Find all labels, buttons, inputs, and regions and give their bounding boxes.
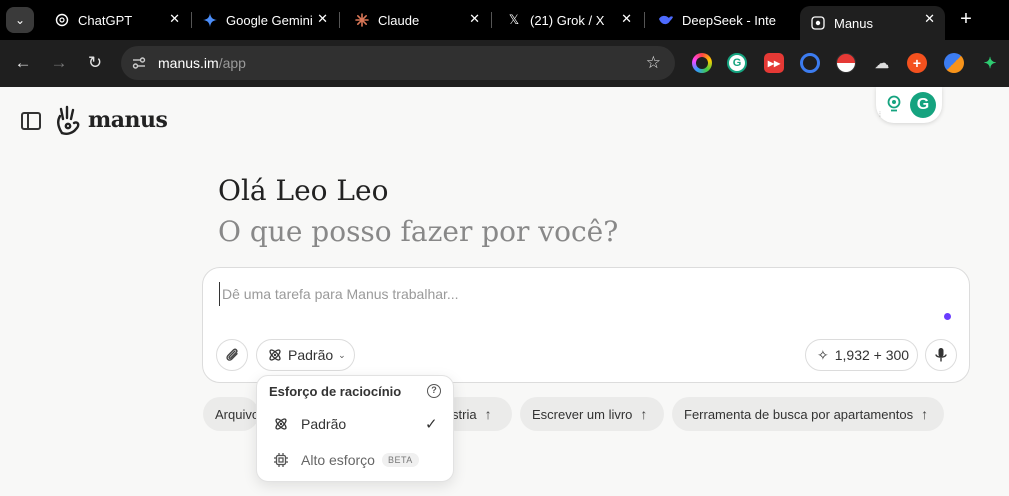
atom-icon — [275, 418, 287, 430]
menu-item-label: Alto esforço — [301, 452, 375, 468]
suggestion-chip[interactable]: Ferramenta de busca por apartamentos ↑ — [672, 397, 944, 431]
sidebar-toggle-icon[interactable] — [21, 112, 41, 130]
lightbulb-icon[interactable] — [886, 95, 902, 113]
tab-deepseek[interactable]: DeepSeek - Inte — [648, 6, 794, 34]
chip-label: stria — [452, 406, 477, 422]
menu-item-label: Padrão — [301, 416, 347, 432]
browser-tab-bar: ⌄ ChatGPT ✕ Google Gemini ✕ Claude ✕ 𝕏 (… — [0, 0, 1009, 40]
manus-icon — [810, 15, 826, 31]
tab-label: Manus — [834, 15, 874, 31]
chevron-down-icon: ⌄ — [338, 349, 346, 360]
reload-icon[interactable]: ↻ — [84, 52, 106, 74]
mode-label: Padrão — [288, 347, 334, 363]
tab-gemini[interactable]: Google Gemini ✕ — [192, 6, 338, 34]
new-tab-button[interactable]: + — [956, 8, 976, 32]
tab-label: ChatGPT — [78, 12, 133, 28]
colorful-ring-extension-icon[interactable] — [692, 53, 712, 73]
manus-logo-icon — [57, 105, 80, 135]
forward-arrow-icon[interactable]: → — [48, 52, 70, 74]
manus-logo-text: manus — [88, 107, 168, 133]
tab-manus[interactable]: Manus ✕ — [800, 6, 945, 40]
arrow-up-icon: ↑ — [921, 406, 929, 422]
chip-label: Escrever um livro — [532, 406, 633, 422]
circle-extension-icon[interactable] — [800, 53, 820, 73]
address-host: manus.im — [158, 55, 219, 71]
task-composer: Padrão ⌄ ✧ 1,932 + 300 — [202, 267, 970, 383]
beta-badge: BETA — [381, 453, 419, 467]
tab-label: (21) Grok / X — [530, 12, 605, 28]
chip-processor-icon — [274, 453, 288, 467]
chip-label: Ferramenta de busca por apartamentos — [684, 406, 914, 422]
microphone-icon — [935, 348, 947, 362]
greeting-title: Olá Leo Leo — [218, 174, 389, 207]
grammarly-extension-icon[interactable]: G — [727, 53, 747, 73]
tab-separator — [339, 12, 340, 28]
close-icon[interactable]: ✕ — [469, 11, 480, 27]
plus-extension-icon[interactable]: + — [907, 53, 927, 73]
bookmark-star-icon[interactable]: ☆ — [646, 53, 661, 73]
site-settings-icon[interactable] — [131, 55, 147, 71]
grammarly-widget[interactable]: ⁞ G — [876, 87, 942, 123]
reasoning-effort-menu: Esforço de raciocínio ? Padrão ✓ Alto es… — [256, 375, 454, 482]
menu-item-padrao[interactable]: Padrão ✓ — [257, 408, 455, 440]
tab-separator — [644, 12, 645, 28]
atom-icon — [269, 349, 281, 361]
tab-search-button[interactable]: ⌄ — [6, 7, 34, 33]
claude-icon — [354, 12, 370, 28]
tab-grok[interactable]: 𝕏 (21) Grok / X ✕ — [496, 6, 642, 34]
tab-separator — [491, 12, 492, 28]
tab-label: DeepSeek - Inte — [682, 12, 776, 28]
microphone-button[interactable] — [925, 339, 957, 371]
attach-button[interactable] — [216, 339, 248, 371]
back-arrow-icon[interactable]: ← — [12, 52, 34, 74]
gemini-icon — [202, 12, 218, 28]
status-dot — [944, 313, 951, 320]
arrow-up-icon: ↑ — [484, 406, 492, 422]
address-text: manus.im/app — [158, 55, 246, 71]
credits-button[interactable]: ✧ 1,932 + 300 — [805, 339, 918, 371]
tab-label: Google Gemini — [226, 12, 313, 28]
browser-toolbar: ← → ↻ manus.im/app ☆ G ▶▶ ☁ + ✦ — [0, 40, 1009, 87]
menu-title: Esforço de raciocínio — [269, 384, 402, 399]
tab-claude[interactable]: Claude ✕ — [344, 6, 490, 34]
paperclip-icon — [226, 348, 238, 361]
greeting-subtitle: O que posso fazer por você? — [218, 215, 619, 248]
tab-label: Claude — [378, 12, 420, 28]
suggestion-chip[interactable]: Arquivo — [203, 397, 259, 431]
sparkle-icon: ✧ — [817, 346, 829, 363]
x-icon: 𝕏 — [508, 12, 520, 27]
task-input[interactable] — [219, 282, 919, 306]
close-icon[interactable]: ✕ — [924, 11, 935, 27]
close-icon[interactable]: ✕ — [317, 11, 328, 27]
close-icon[interactable]: ✕ — [169, 11, 180, 27]
bird-extension-icon[interactable] — [944, 53, 964, 73]
address-bar[interactable]: manus.im/app ☆ — [121, 46, 675, 80]
tab-chatgpt[interactable]: ChatGPT ✕ — [44, 6, 190, 34]
address-path: /app — [218, 55, 246, 71]
cloud-extension-icon[interactable]: ☁ — [872, 53, 892, 73]
arrow-up-icon: ↑ — [640, 406, 648, 422]
chip-label: Arquivo — [215, 406, 259, 422]
checkmark-icon: ✓ — [425, 416, 438, 433]
grammarly-g-icon[interactable]: G — [910, 92, 936, 118]
reasoning-mode-button[interactable]: Padrão ⌄ — [256, 339, 355, 371]
menu-item-alto-esforco[interactable]: Alto esforço BETA — [257, 444, 455, 476]
credits-value: 1,932 + 300 — [834, 347, 910, 363]
help-icon[interactable]: ? — [427, 384, 441, 398]
suggestion-chip[interactable]: Escrever um livro ↑ — [520, 397, 664, 431]
video-extension-icon[interactable]: ▶▶ — [764, 53, 784, 73]
chatgpt-icon — [54, 12, 70, 28]
close-icon[interactable]: ✕ — [621, 11, 632, 27]
pokeball-extension-icon[interactable] — [836, 53, 856, 73]
green-figure-extension-icon[interactable]: ✦ — [980, 53, 1000, 73]
drag-handle-icon[interactable]: ⁞ — [879, 112, 883, 120]
deepseek-icon — [658, 12, 674, 28]
